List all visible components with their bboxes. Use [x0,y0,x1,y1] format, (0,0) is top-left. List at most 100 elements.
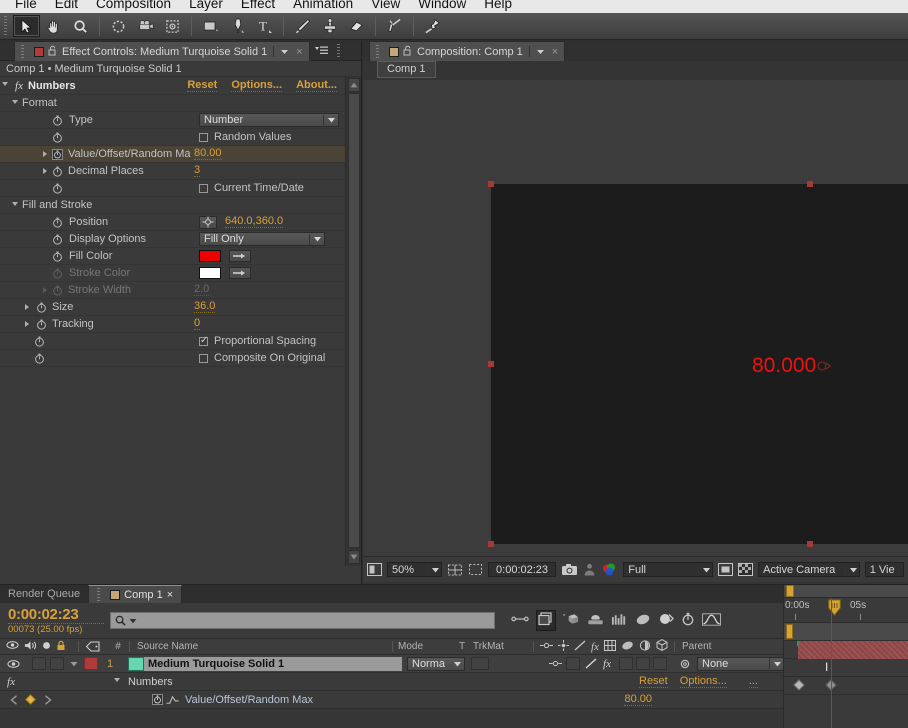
effect-controls-scrollbar[interactable] [345,77,361,566]
work-area-start-handle[interactable] [786,585,794,597]
menu-item-effect[interactable]: Effect [232,0,284,10]
graph-curve-icon[interactable] [702,613,721,629]
property-row-size[interactable]: Size 36.0 [0,299,345,316]
layer-visibility-toggle[interactable] [0,659,26,669]
viewer-timecode[interactable]: 0:00:02:23 [488,562,557,577]
solo-icon[interactable] [658,612,674,629]
layer-duration-bar[interactable] [798,641,908,659]
stopwatch-icon[interactable] [52,285,63,296]
motion-blur-icon[interactable]: * [563,612,580,629]
selection-handle[interactable] [807,181,813,187]
toolbar-grip[interactable] [2,15,10,37]
clone-stamp-tool[interactable] [316,15,343,37]
layer-mode-dropdown[interactable]: Norma [407,657,465,671]
rotation-tool[interactable] [105,15,132,37]
solo-icon[interactable] [42,641,51,653]
effects-fx-icon[interactable]: fx [591,641,599,653]
comp-renderer-icon[interactable] [611,613,628,629]
lock-icon[interactable] [56,640,66,654]
search-input[interactable] [110,612,495,629]
three-d-layer-icon[interactable] [656,639,668,654]
view-count-dropdown[interactable]: 1 Vie [865,562,904,577]
property-row-stroke-width[interactable]: Stroke Width 2.0 [0,282,345,299]
snapshot-camera-icon[interactable] [561,562,578,578]
close-icon[interactable]: × [552,46,558,58]
property-value[interactable]: 3 [194,165,200,177]
layer-audio-toggle[interactable] [32,657,46,670]
panel-menu-button[interactable] [310,41,333,60]
layer-shy-toggle[interactable] [547,659,563,668]
tab-dropdown-icon[interactable] [536,46,545,58]
lock-icon[interactable] [403,45,413,59]
group-disclosure-icon[interactable] [0,100,22,107]
selection-tool[interactable] [13,15,40,37]
effect-reset-link[interactable]: Reset [639,675,668,688]
work-area-handle[interactable] [786,624,793,639]
layer-blend-icon[interactable] [635,613,651,629]
eyedropper-button[interactable] [229,267,251,279]
solid-layer-rect[interactable] [491,184,908,544]
property-row-stroke-color[interactable]: Stroke Color [0,265,345,282]
layer-collapse-toggle[interactable] [566,657,580,670]
label-icon[interactable] [79,641,107,652]
group-header-format[interactable]: Format [0,95,345,112]
stopwatch-icon[interactable] [52,234,63,245]
property-row-type[interactable]: Type Number [0,112,345,129]
tab-render-queue[interactable]: Render Queue [0,585,88,603]
layer-preserve-transparency[interactable] [471,657,489,670]
eraser-tool[interactable] [343,15,370,37]
close-icon[interactable]: × [296,46,302,58]
work-area-bar[interactable] [784,585,908,598]
lock-icon[interactable] [48,45,58,59]
type-dropdown[interactable]: Number [199,113,339,127]
subtab-comp-1[interactable]: Comp 1 [377,61,436,78]
proportional-spacing-checkbox[interactable] [199,337,208,346]
timeline-effect-row[interactable]: fx Numbers Reset Options... ... [0,673,908,691]
live-update-icon[interactable] [511,613,529,628]
stopwatch-icon[interactable] [681,612,695,629]
resolution-dropdown[interactable]: Full [623,562,713,577]
property-disclosure-icon[interactable] [40,287,50,293]
frame-blending-icon[interactable] [604,640,616,654]
composition-viewer-stage[interactable]: 80.000 [363,80,908,556]
property-disclosure-icon[interactable] [40,168,50,174]
show-snapshot-icon[interactable] [583,562,596,578]
group-header-fill-and-stroke[interactable]: Fill and Stroke [0,197,345,214]
property-keyframe-row[interactable] [784,677,908,695]
property-disclosure-icon[interactable] [40,151,50,157]
graph-editor-icon[interactable] [587,613,604,629]
hand-tool[interactable] [40,15,67,37]
effect-disclosure-icon[interactable] [0,82,10,89]
scroll-down-icon[interactable] [348,550,360,564]
menu-item-help[interactable]: Help [475,0,521,10]
current-time-date-checkbox[interactable] [199,184,208,193]
property-row-decimal-places[interactable]: Decimal Places 3 [0,163,345,180]
menu-item-file[interactable]: File [6,0,46,10]
position-picker-button[interactable] [199,216,217,229]
roto-brush-tool[interactable] [381,15,408,37]
layer-bar-track[interactable] [784,623,908,641]
region-of-interest-icon[interactable] [468,562,483,578]
display-options-dropdown[interactable]: Fill Only [199,232,325,246]
scrollbar-thumb[interactable] [348,93,360,548]
property-value[interactable]: 2.0 [194,284,209,296]
time-indicator-icon[interactable] [828,599,841,619]
property-row-proportional-spacing[interactable]: Proportional Spacing [0,333,345,350]
shy-icon[interactable] [540,641,553,653]
menu-item-window[interactable]: Window [409,0,475,10]
column-header-mode[interactable]: Mode [393,641,451,652]
transparency-grid-icon[interactable] [738,562,753,578]
collapse-transform-icon[interactable] [558,640,569,654]
layer-source-name[interactable]: Medium Turquoise Solid 1 [144,657,402,671]
property-value[interactable]: 36.0 [194,301,215,313]
property-row-value-offset-random-max[interactable]: Value/Offset/Random Ma 80.00 [0,146,345,163]
region-toggle-icon[interactable] [718,562,733,578]
effect-header-numbers[interactable]: fx Numbers Reset Options... About... [0,77,345,95]
toggle-viewer-layout-icon[interactable] [367,562,382,578]
stopwatch-icon[interactable] [34,353,45,364]
column-header-t[interactable]: T [451,641,473,652]
tab-composition[interactable]: Composition: Comp 1 × [369,41,565,61]
adjustment-layer-icon[interactable] [639,640,651,654]
layer-parent-dropdown[interactable]: None [697,657,785,671]
puppet-pin-tool[interactable] [419,15,446,37]
